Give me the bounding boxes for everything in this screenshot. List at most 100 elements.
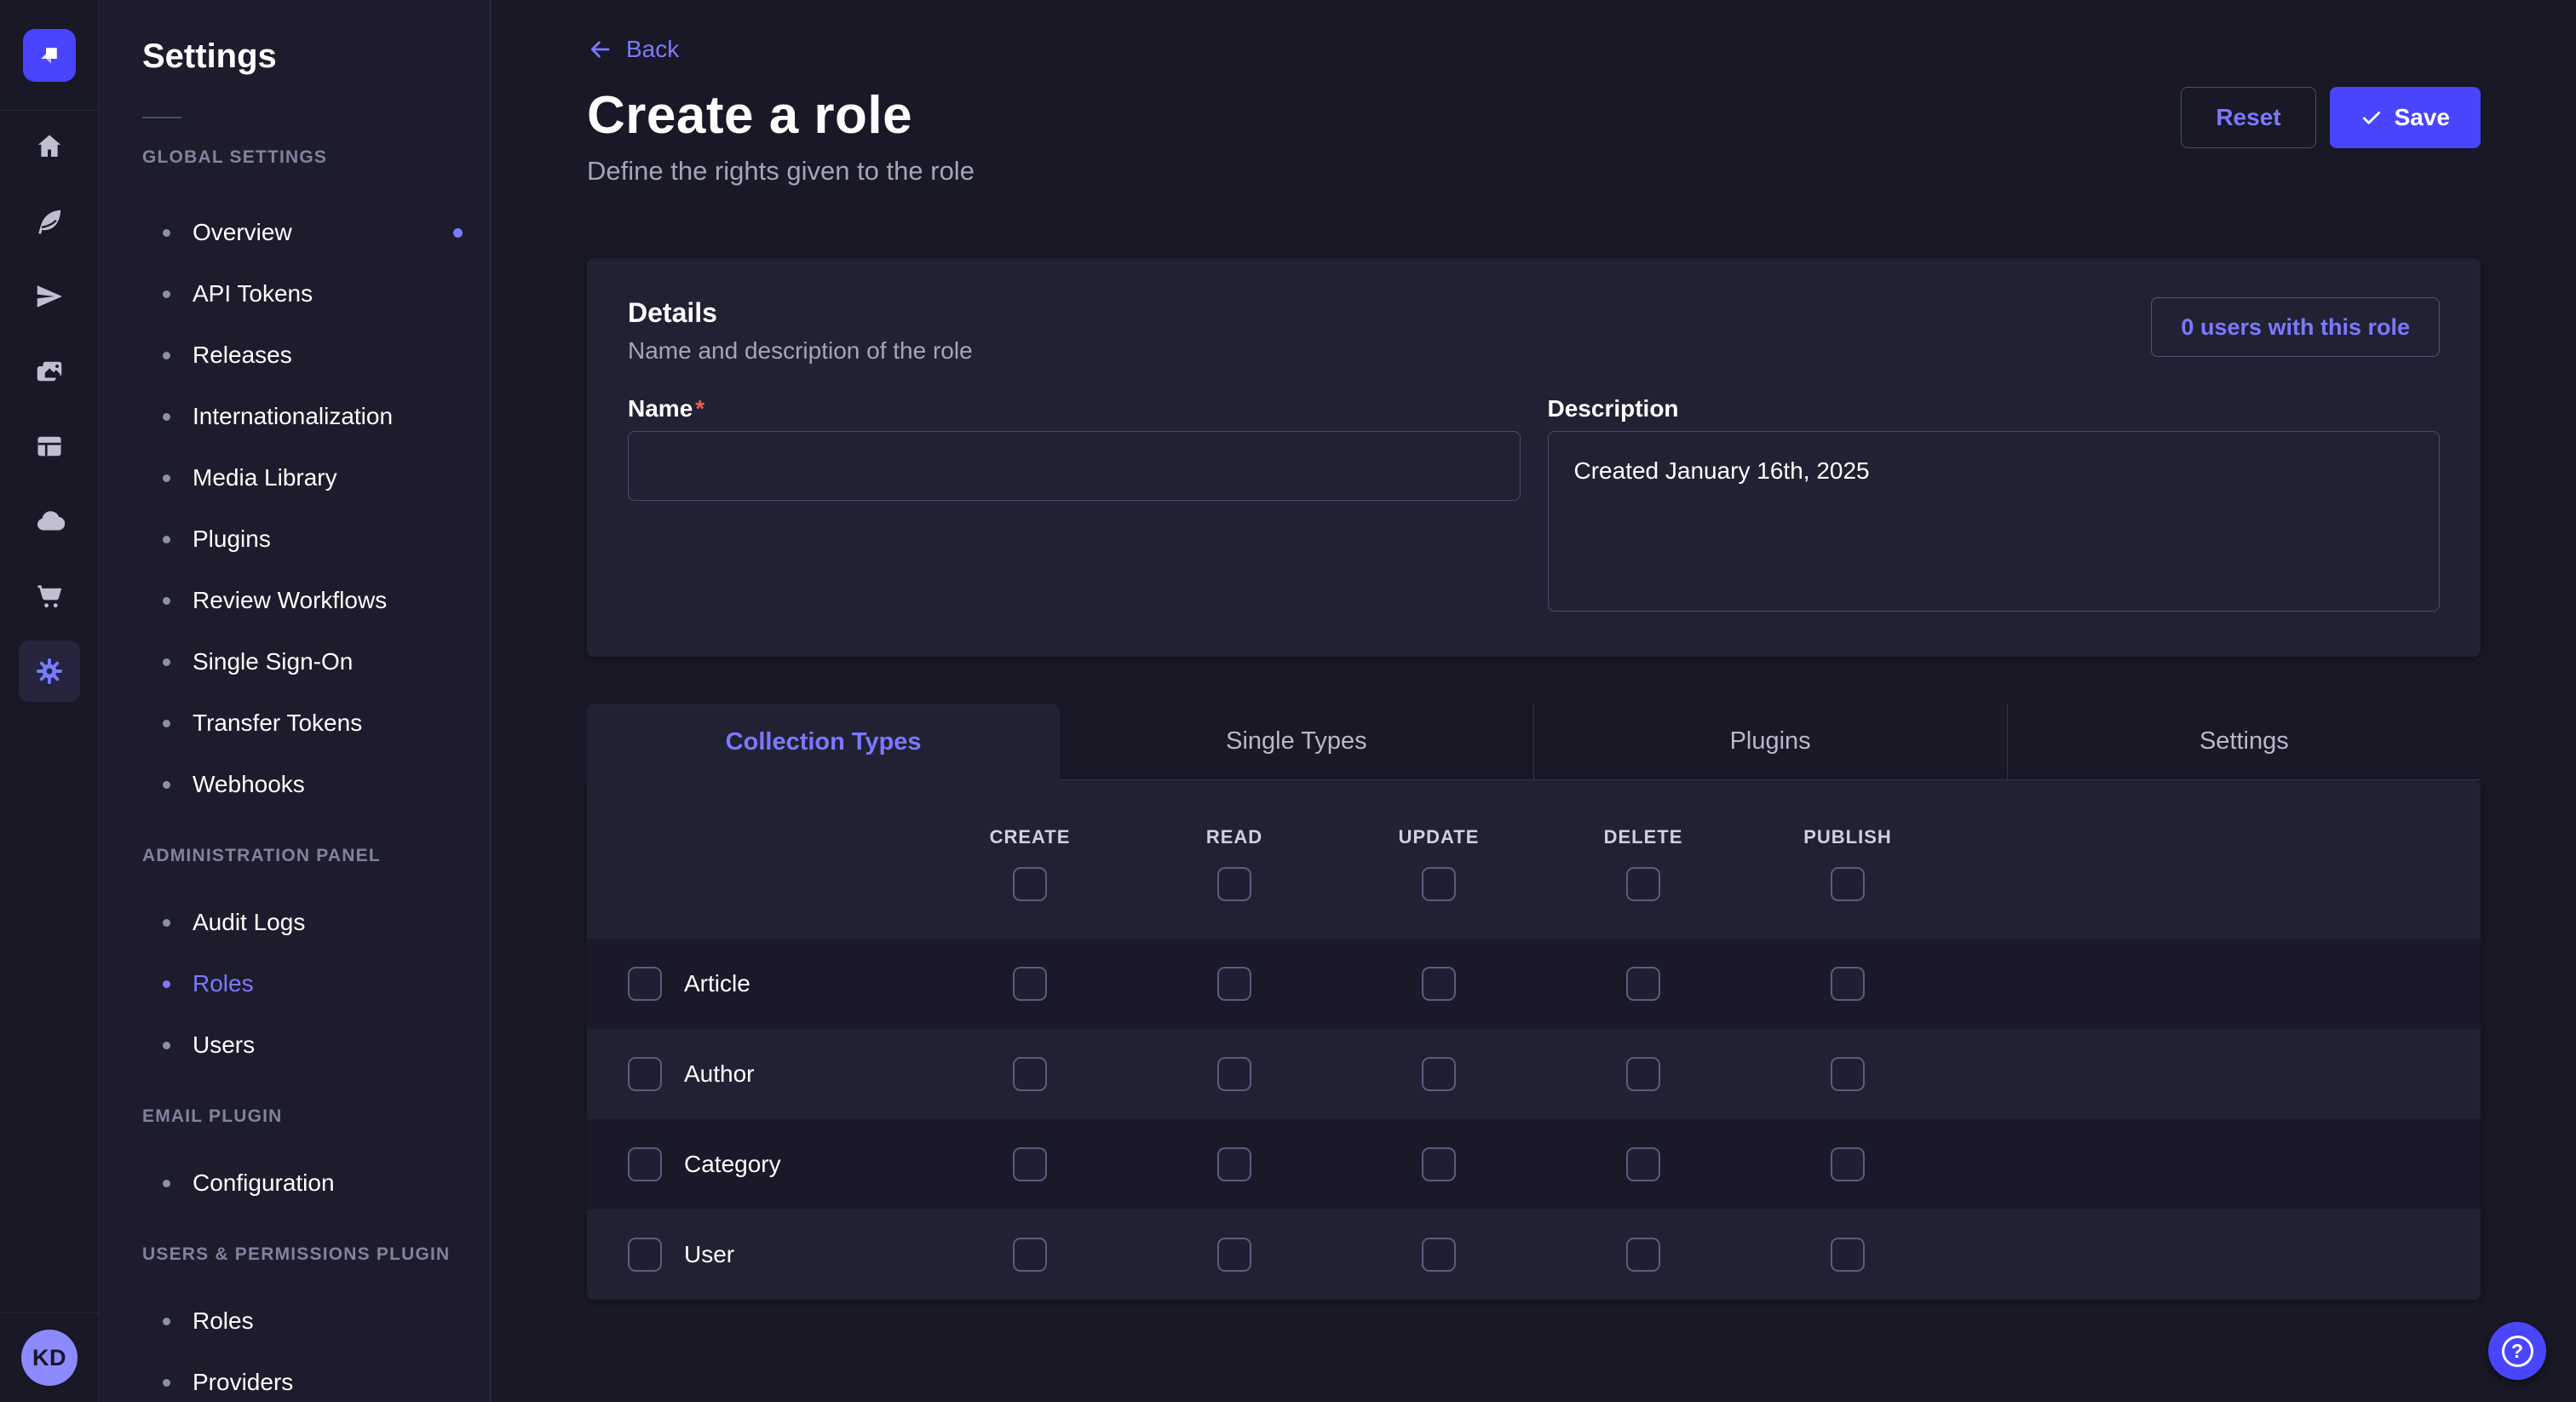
users-with-role-button[interactable]: 0 users with this role: [2151, 297, 2440, 357]
sidebar-item-releases[interactable]: Releases: [142, 325, 490, 386]
tab-plugins[interactable]: Plugins: [1533, 704, 2007, 780]
checkbox-article-row[interactable]: [628, 967, 662, 1001]
checkbox-all-delete[interactable]: [1626, 867, 1660, 901]
sidebar-item-up-roles[interactable]: Roles: [142, 1290, 490, 1352]
reset-button[interactable]: Reset: [2181, 87, 2315, 148]
name-field-label: Name*: [628, 395, 1521, 422]
sidebar-item-providers[interactable]: Providers: [142, 1352, 490, 1402]
sidebar-item-review-workflows[interactable]: Review Workflows: [142, 570, 490, 631]
table-row-user[interactable]: User: [587, 1210, 2481, 1300]
table-row-category[interactable]: Category: [587, 1119, 2481, 1210]
sidebar-item-single-sign-on[interactable]: Single Sign-On: [142, 631, 490, 692]
back-link[interactable]: Back: [587, 36, 2481, 63]
sidebar-item-roles-active[interactable]: Roles: [142, 953, 490, 1014]
checkbox-article-update[interactable]: [1422, 967, 1456, 1001]
checkbox-user-publish[interactable]: [1831, 1238, 1865, 1272]
subnav-title: Settings: [142, 37, 490, 76]
save-button[interactable]: Save: [2330, 87, 2481, 148]
checkbox-all-publish[interactable]: [1831, 867, 1865, 901]
section-heading-global-settings: GLOBAL SETTINGS: [142, 147, 490, 168]
check-icon: [2360, 106, 2383, 129]
settings-subnav: Settings GLOBAL SETTINGS Overview API To…: [100, 0, 491, 1402]
settings-gear-icon[interactable]: [19, 641, 80, 702]
checkbox-author-delete[interactable]: [1626, 1057, 1660, 1091]
column-header-update: UPDATE: [1399, 826, 1480, 848]
checkbox-article-create[interactable]: [1013, 967, 1047, 1001]
checkbox-author-update[interactable]: [1422, 1057, 1456, 1091]
sidebar-item-overview[interactable]: Overview: [142, 202, 490, 263]
page-title: Create a role: [587, 85, 975, 146]
bullet-icon: [163, 597, 170, 605]
page-subtitle: Define the rights given to the role: [587, 156, 975, 187]
bullet-icon: [163, 1318, 170, 1325]
users-permissions-list: Roles Providers: [142, 1290, 490, 1402]
strapi-logo[interactable]: [23, 29, 76, 82]
help-button[interactable]: ?: [2488, 1322, 2546, 1380]
permissions-header: CREATE READ UPDATE DELETE PUBLISH: [587, 780, 2481, 939]
row-label: Author: [684, 1060, 755, 1088]
details-card: Details Name and description of the role…: [587, 258, 2481, 657]
bullet-icon: [163, 229, 170, 237]
required-asterisk: *: [695, 395, 704, 422]
bullet-icon: [163, 781, 170, 789]
paper-plane-icon[interactable]: [19, 266, 80, 327]
checkbox-category-row[interactable]: [628, 1147, 662, 1181]
main-content: Back Create a role Define the rights giv…: [492, 0, 2576, 1402]
table-row-author[interactable]: Author: [587, 1029, 2481, 1119]
tab-single-types[interactable]: Single Types: [1060, 704, 1532, 780]
sidebar-item-webhooks[interactable]: Webhooks: [142, 754, 490, 815]
checkbox-author-row[interactable]: [628, 1057, 662, 1091]
bullet-icon: [163, 658, 170, 666]
role-description-textarea[interactable]: [1548, 431, 2441, 612]
checkbox-author-read[interactable]: [1217, 1057, 1251, 1091]
sidebar-item-media-library[interactable]: Media Library: [142, 447, 490, 509]
permissions-section: Collection Types Single Types Plugins Se…: [587, 704, 2481, 1300]
home-icon[interactable]: [19, 116, 80, 177]
column-header-publish: PUBLISH: [1803, 826, 1892, 848]
sidebar-item-audit-logs[interactable]: Audit Logs: [142, 892, 490, 953]
checkbox-all-create[interactable]: [1013, 867, 1047, 901]
column-header-create: CREATE: [990, 826, 1071, 848]
sidebar-item-transfer-tokens[interactable]: Transfer Tokens: [142, 692, 490, 754]
description-field-label: Description: [1548, 395, 2441, 422]
tab-collection-types[interactable]: Collection Types: [587, 704, 1060, 780]
tab-settings[interactable]: Settings: [2007, 704, 2481, 780]
checkbox-article-delete[interactable]: [1626, 967, 1660, 1001]
cloud-icon[interactable]: [19, 491, 80, 552]
checkbox-category-publish[interactable]: [1831, 1147, 1865, 1181]
media-library-icon[interactable]: [19, 341, 80, 402]
marketplace-cart-icon[interactable]: [19, 566, 80, 627]
checkbox-article-read[interactable]: [1217, 967, 1251, 1001]
checkbox-article-publish[interactable]: [1831, 967, 1865, 1001]
column-header-delete: DELETE: [1604, 826, 1683, 848]
checkbox-user-delete[interactable]: [1626, 1238, 1660, 1272]
sidebar-item-configuration[interactable]: Configuration: [142, 1152, 490, 1214]
question-mark-icon: ?: [2502, 1336, 2533, 1367]
sidebar-item-plugins[interactable]: Plugins: [142, 509, 490, 570]
checkbox-user-read[interactable]: [1217, 1238, 1251, 1272]
bullet-icon: [163, 919, 170, 927]
checkbox-category-update[interactable]: [1422, 1147, 1456, 1181]
checkbox-author-create[interactable]: [1013, 1057, 1047, 1091]
checkbox-category-create[interactable]: [1013, 1147, 1047, 1181]
role-name-input[interactable]: [628, 431, 1521, 501]
bullet-icon: [163, 290, 170, 298]
checkbox-user-update[interactable]: [1422, 1238, 1456, 1272]
user-avatar[interactable]: KD: [21, 1330, 78, 1386]
feather-icon[interactable]: [19, 191, 80, 252]
sidebar-item-users[interactable]: Users: [142, 1014, 490, 1076]
table-row-article[interactable]: Article: [587, 939, 2481, 1029]
sidebar-item-api-tokens[interactable]: API Tokens: [142, 263, 490, 325]
checkbox-all-read[interactable]: [1217, 867, 1251, 901]
checkbox-category-delete[interactable]: [1626, 1147, 1660, 1181]
checkbox-user-row[interactable]: [628, 1238, 662, 1272]
bullet-icon: [163, 413, 170, 421]
checkbox-author-publish[interactable]: [1831, 1057, 1865, 1091]
bullet-icon: [163, 1180, 170, 1187]
checkbox-all-update[interactable]: [1422, 867, 1456, 901]
checkbox-category-read[interactable]: [1217, 1147, 1251, 1181]
checkbox-user-create[interactable]: [1013, 1238, 1047, 1272]
content-manager-icon[interactable]: [19, 416, 80, 477]
administration-panel-list: Audit Logs Roles Users: [142, 892, 490, 1076]
sidebar-item-internationalization[interactable]: Internationalization: [142, 386, 490, 447]
